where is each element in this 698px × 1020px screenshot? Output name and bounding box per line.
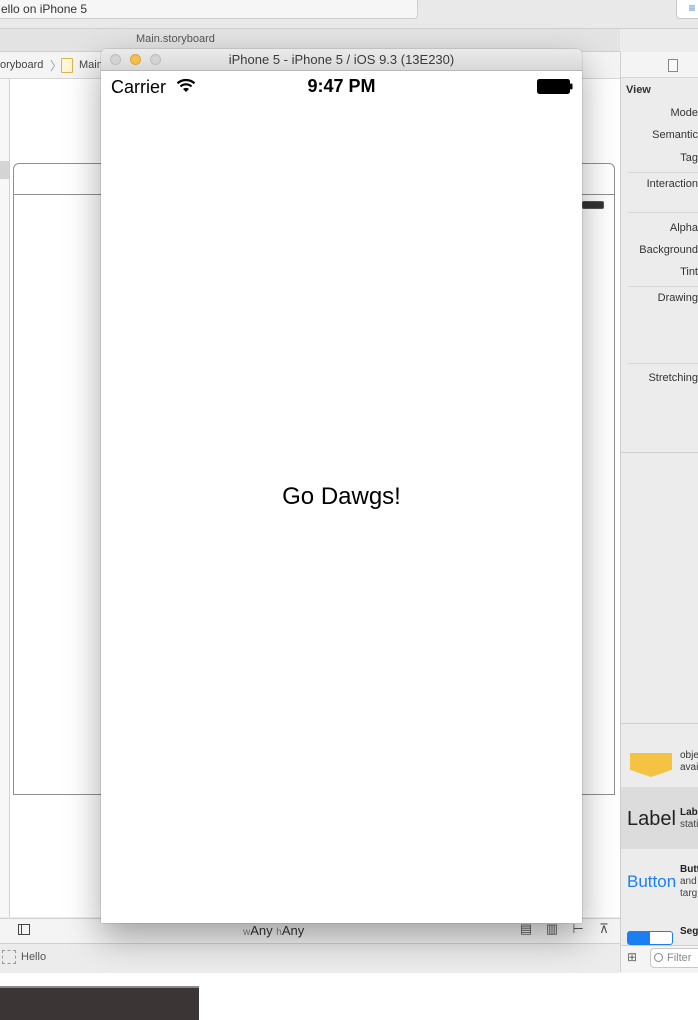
library-label-name: Lab — [680, 807, 698, 818]
filter-icon — [654, 953, 663, 962]
inspector-label-semantic: Semantic — [652, 129, 698, 141]
inspector-separator — [628, 172, 698, 173]
go-dawgs-label: Go Dawgs! — [282, 483, 401, 510]
inspector-label-stretching: Stretching — [648, 372, 698, 384]
debug-target-label: Hello — [21, 951, 47, 963]
inspector-label-interaction: Interaction — [646, 178, 698, 190]
library-object-text-2: avai — [680, 762, 698, 773]
simulator-window[interactable]: iPhone 5 - iPhone 5 / iOS 9.3 (13E230) C… — [101, 49, 582, 923]
storyboard-file-icon — [61, 58, 73, 73]
library-button-name: Butt — [680, 864, 698, 875]
inspector-separator — [628, 286, 698, 287]
status-time: 9:47 PM — [307, 76, 376, 96]
dock-strip-edge — [0, 986, 199, 988]
battery-icon — [537, 79, 573, 94]
library-object-text-1: obje — [680, 750, 698, 761]
inspector-label-drawing: Drawing — [657, 292, 698, 304]
label-preview: Label — [627, 808, 676, 830]
scheme-selector[interactable]: ello on iPhone 5 — [0, 0, 418, 19]
stack-icon[interactable]: ▤ — [518, 922, 534, 936]
grid-view-icon[interactable]: ⊞ — [627, 951, 640, 964]
outline-selected-row[interactable] — [0, 161, 9, 179]
inspector-label-alpha: Alpha — [669, 222, 698, 234]
inspector-separator — [628, 212, 698, 213]
outline-toggle-icon[interactable] — [18, 924, 30, 935]
button-preview[interactable]: Button — [627, 872, 676, 892]
inspector-label-mode: Mode — [670, 107, 698, 119]
library-label-desc: stati — [680, 819, 698, 830]
tab-main-storyboard[interactable]: Main.storyboard — [136, 33, 215, 45]
file-inspector-icon[interactable] — [668, 59, 678, 72]
size-class-w-value: Any — [250, 923, 273, 938]
debug-area-icon[interactable] — [2, 950, 16, 964]
simulator-window-title: iPhone 5 - iPhone 5 / iOS 9.3 (13E230) — [228, 52, 455, 67]
size-class-h-value: Any — [281, 923, 305, 938]
inspector-tab-bar — [621, 52, 698, 78]
pin-icon[interactable]: ⊢ — [570, 922, 586, 936]
library-segmented-name: Seg — [680, 926, 698, 937]
resolve-icon[interactable]: ⊼ — [596, 922, 612, 936]
breadcrumb-storyboard-group[interactable]: oryboard — [0, 59, 43, 71]
inspector-label-background: Background — [639, 244, 698, 256]
library-button-desc: and targ — [680, 876, 697, 900]
debug-bar — [0, 943, 620, 973]
inspector-library-divider[interactable] — [621, 452, 698, 453]
align-icon[interactable]: ▥ — [544, 922, 560, 936]
dock-strip — [0, 986, 199, 1020]
inspector-section-title: View — [626, 84, 651, 96]
breadcrumb-main[interactable]: Main — [79, 59, 103, 71]
document-outline[interactable] — [0, 79, 10, 917]
scene-battery-icon — [582, 201, 604, 209]
library-button-desc-2: targ — [680, 888, 698, 899]
library-object-description: obje avai — [680, 750, 698, 774]
inspector-label-tag: Tag — [680, 152, 698, 164]
library-top-border — [621, 723, 698, 724]
standard-editor-icon[interactable]: ≡ — [676, 0, 698, 19]
library-button-desc-1: and — [680, 876, 697, 887]
segmented-control-icon[interactable] — [627, 931, 673, 945]
inspector-separator — [628, 363, 698, 364]
size-class-selector[interactable]: wAny hAny — [243, 923, 304, 938]
inspector-label-tint: Tint — [680, 266, 698, 278]
